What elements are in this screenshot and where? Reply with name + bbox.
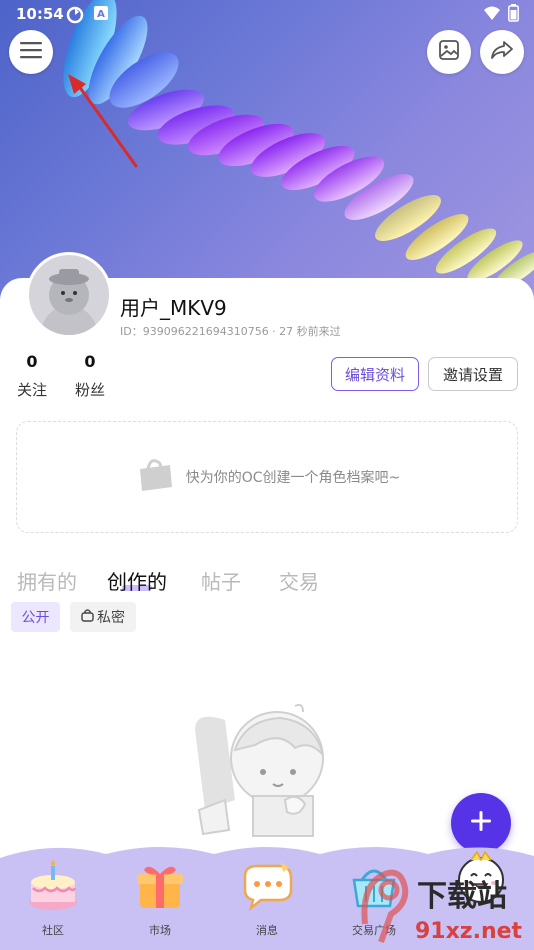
default-avatar-icon: [39, 269, 99, 335]
nav-community[interactable]: 社区: [13, 858, 93, 938]
tab-trade[interactable]: 交易: [279, 566, 319, 595]
user-id-line: ID：939096221694310756 · 27 秒前来过: [120, 325, 341, 338]
watermark-sub-text: 91xz.net: [415, 919, 523, 944]
followers-count: 0: [84, 352, 96, 371]
private-label: 私密: [97, 610, 125, 626]
followers-label: 粉丝: [74, 381, 105, 399]
plus-icon: [470, 810, 492, 836]
battery-icon: [508, 4, 519, 26]
create-oc-card[interactable]: 快为你的OC创建一个角色档案吧~: [16, 421, 518, 533]
nav-community-label: 社区: [42, 924, 64, 937]
tab-posts[interactable]: 帖子: [201, 566, 241, 595]
sync-icon: [66, 6, 84, 28]
followers-stat[interactable]: 0 粉丝: [70, 352, 110, 400]
share-button[interactable]: [480, 30, 524, 74]
edit-profile-button[interactable]: 编辑资料: [331, 357, 419, 391]
site-watermark: 下载站 91xz.net: [355, 854, 530, 948]
nav-messages[interactable]: 消息: [227, 858, 307, 938]
following-label: 关注: [16, 381, 47, 399]
following-count: 0: [26, 352, 38, 371]
nav-market[interactable]: 市场: [120, 858, 200, 938]
filter-private-chip[interactable]: 私密: [70, 602, 136, 632]
watermark-logo-icon: 下载站 91xz.net: [361, 869, 523, 944]
create-oc-prompt: 快为你的OC创建一个角色档案吧~: [185, 470, 401, 486]
image-icon: [439, 40, 459, 64]
following-stat[interactable]: 0 关注: [12, 352, 52, 400]
filter-public-chip[interactable]: 公开: [11, 602, 60, 632]
notification-a-icon: A: [94, 6, 108, 24]
invite-settings-button[interactable]: 邀请设置: [428, 357, 518, 391]
empty-state-illustration: [195, 703, 324, 837]
lock-icon: [81, 608, 94, 626]
gift-box-icon: [137, 866, 183, 908]
shopping-bag-icon: [134, 457, 176, 497]
status-time: 10:54: [16, 5, 64, 23]
hamburger-menu-icon: [20, 41, 42, 63]
change-cover-button[interactable]: [427, 30, 471, 74]
avatar[interactable]: [26, 252, 112, 338]
status-bar: 10:54 A: [0, 0, 534, 28]
share-icon: [491, 40, 513, 64]
tab-created[interactable]: 创作的: [107, 566, 167, 595]
menu-button[interactable]: [9, 30, 53, 74]
nav-messages-label: 消息: [256, 924, 278, 937]
cake-icon: [29, 860, 77, 910]
annotation-arrow: [68, 74, 138, 168]
username: 用户_MKV9: [120, 296, 227, 320]
watermark-main-text: 下载站: [417, 879, 507, 914]
svg-text:A: A: [97, 9, 105, 20]
tab-owned[interactable]: 拥有的: [17, 566, 77, 595]
nav-market-label: 市场: [149, 924, 171, 937]
wifi-icon: [483, 5, 501, 25]
chat-bubble-icon: [243, 862, 293, 912]
